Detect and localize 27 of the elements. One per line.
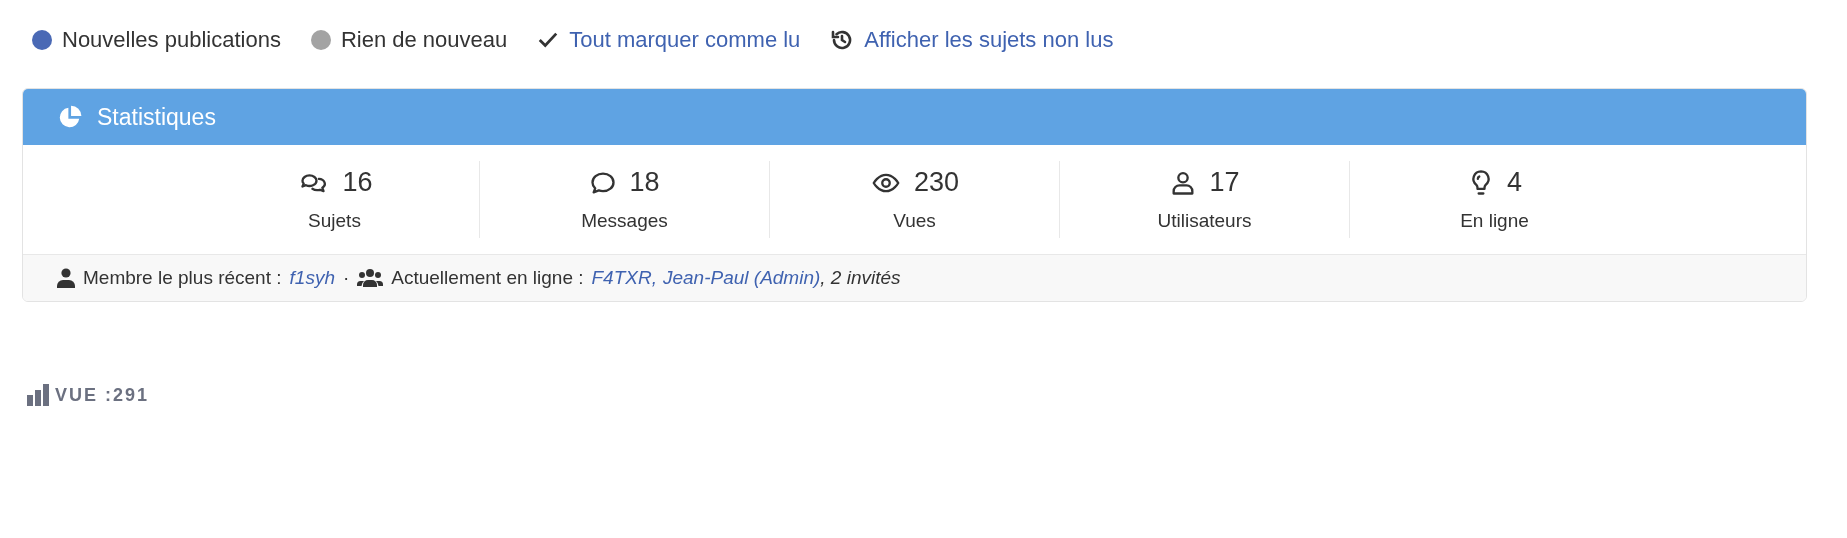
bar-chart-icon (27, 384, 49, 406)
action-link[interactable]: Tout marquer comme lu (569, 27, 801, 53)
user-icon (57, 268, 75, 288)
legend-label: Nouvelles publications (62, 27, 281, 53)
newest-member-label: Membre le plus récent : (83, 267, 282, 289)
legend-label: Rien de nouveau (340, 27, 508, 53)
stat-label: Messages (581, 210, 668, 232)
stat-value: 17 (1209, 167, 1240, 198)
stat-label: En ligne (1460, 210, 1529, 232)
view-counter: VUE :291 (55, 385, 150, 406)
users-icon (357, 268, 384, 288)
online-label: Actuellement en ligne : (391, 267, 584, 289)
panel-title: Statistiques (97, 103, 216, 131)
member-link[interactable]: f1syh (289, 267, 335, 289)
separator: · (342, 267, 350, 289)
member-link[interactable]: Jean-Paul (Admin) (662, 267, 821, 289)
pie-chart-icon (57, 104, 83, 130)
stat-label: Utilisateurs (1157, 210, 1252, 232)
guests-count: , 2 invités (820, 267, 901, 289)
action-link[interactable]: Afficher les sujets non lus (864, 27, 1114, 53)
stat-label: Vues (893, 210, 936, 232)
stat-value: 4 (1507, 167, 1522, 198)
stat-value: 18 (629, 167, 660, 198)
stat-label: Sujets (308, 210, 361, 232)
member-link[interactable]: F4TXR, (591, 267, 657, 289)
stat-value: 230 (913, 167, 960, 198)
stat-value: 16 (342, 167, 373, 198)
